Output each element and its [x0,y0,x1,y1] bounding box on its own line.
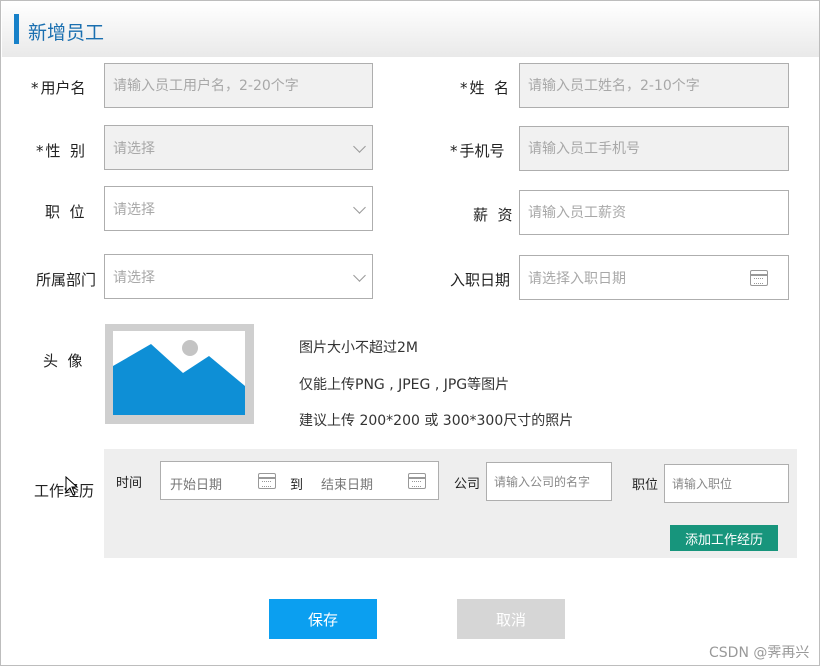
gender-label: 性 别 [36,140,86,161]
end-date-placeholder: 结束日期 [321,478,374,493]
watermark: CSDN @霁再兴 [709,645,810,661]
name-label: 姓 名 [460,77,510,98]
add-employee-dialog: 新增员工 用户名 姓 名 性 别 请选择 手机号 职 位 请选择 薪 资 所属部… [0,0,820,666]
gender-placeholder: 请选择 [113,140,155,157]
name-label-text: 姓 名 [469,79,510,97]
calendar-icon [258,473,276,489]
avatar-hint-format: 仅能上传PNG , JPEG , JPG等图片 [299,377,510,393]
cancel-button[interactable]: 取消 [457,599,565,639]
header-accent-bar [14,14,19,44]
add-work-history-button[interactable]: 添加工作经历 [670,525,778,551]
name-field[interactable] [519,63,789,108]
work-date-range-picker[interactable]: 开始日期 到 结束日期 [160,461,439,500]
name-input[interactable] [528,64,788,107]
gender-label-text: 性 别 [45,142,86,160]
salary-field[interactable] [519,190,789,235]
chevron-down-icon [353,201,366,214]
dialog-title: 新增员工 [28,22,105,44]
avatar-uploader[interactable] [105,324,254,424]
job-placeholder: 请输入职位 [672,477,733,491]
company-placeholder: 请输入公司的名字 [494,475,591,489]
hire-date-placeholder: 请选择入职日期 [528,270,626,287]
avatar-hint-size: 图片大小不超过2M [299,340,418,356]
job-field[interactable]: 请输入职位 [664,464,789,503]
chevron-down-icon [353,140,366,153]
position-label-text: 职 位 [45,203,85,221]
phone-input[interactable] [528,127,788,170]
hire-date-label-text: 入职日期 [450,271,511,289]
avatar-hint-dimensions: 建议上传 200*200 或 300*300尺寸的照片 [299,413,574,429]
company-field[interactable]: 请输入公司的名字 [486,462,612,501]
chevron-down-icon [353,269,366,282]
mouse-cursor-icon [65,476,79,496]
work-company-label: 公司 [454,477,481,492]
department-label-text: 所属部门 [36,271,97,289]
save-button[interactable]: 保存 [269,599,377,639]
department-placeholder: 请选择 [113,269,155,286]
image-placeholder-icon [113,340,245,415]
calendar-icon [408,473,426,489]
work-history-label: 工作经历 [34,480,94,501]
work-time-label: 时间 [116,476,143,491]
avatar-placeholder-image [113,331,245,415]
start-date-placeholder: 开始日期 [170,478,223,493]
hire-date-label: 入职日期 [450,269,510,290]
dialog-header: 新增员工 [2,2,819,57]
salary-input[interactable] [528,191,788,234]
department-label: 所属部门 [36,269,96,290]
position-label: 职 位 [45,201,85,222]
work-history-label-text: 工作经历 [34,482,95,500]
phone-label: 手机号 [450,140,505,161]
position-placeholder: 请选择 [113,201,155,218]
username-field[interactable] [104,63,373,108]
phone-label-text: 手机号 [459,142,505,160]
salary-label-text: 薪 资 [473,206,513,224]
date-range-separator: 到 [290,478,304,493]
hire-date-picker[interactable]: 请选择入职日期 [519,255,789,300]
phone-field[interactable] [519,126,789,171]
avatar-label: 头 像 [43,350,83,371]
work-job-label: 职位 [632,478,659,493]
username-input[interactable] [113,64,372,107]
salary-label: 薪 资 [473,204,513,225]
position-select[interactable]: 请选择 [104,186,373,231]
avatar-label-text: 头 像 [43,352,83,370]
gender-select[interactable]: 请选择 [104,125,373,170]
calendar-icon [750,270,768,286]
username-label: 用户名 [31,77,86,98]
username-label-text: 用户名 [40,79,86,97]
department-select[interactable]: 请选择 [104,254,373,299]
